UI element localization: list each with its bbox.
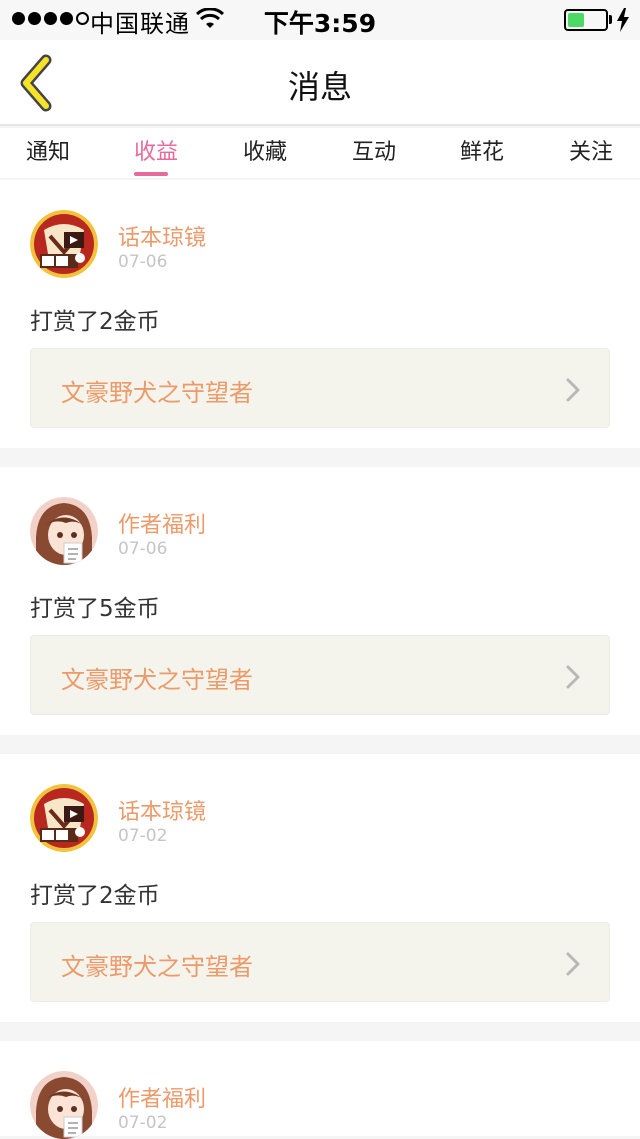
message-card: 话本琼镜 07-06 打赏了2金币 文豪野犬之守望者	[0, 180, 640, 448]
story-link[interactable]: 文豪野犬之守望者	[30, 635, 610, 715]
page-title: 消息	[287, 68, 352, 106]
message-card: 话本琼镜 07-02 打赏了2金币 文豪野犬之守望者	[0, 754, 640, 1022]
sender-name[interactable]: 话本琼镜	[118, 794, 206, 826]
tab-favorites[interactable]: 收藏	[233, 134, 297, 166]
story-title: 文豪野犬之守望者	[61, 953, 253, 981]
message-text: 打赏了2金币	[30, 309, 160, 335]
tab-notifications[interactable]: 通知	[16, 134, 80, 166]
tab-flowers[interactable]: 鲜花	[450, 134, 514, 166]
battery-icon	[564, 9, 608, 31]
nav-bar: 消息	[0, 40, 640, 126]
message-card: 作者福利 07-06 打赏了5金币 文豪野犬之守望者	[0, 467, 640, 735]
chevron-right-icon	[566, 378, 580, 402]
message-date: 07-06	[118, 252, 168, 272]
message-card: 作者福利 07-02	[0, 1041, 640, 1139]
tab-bar: 通知 收益 收藏 互动 鲜花 关注	[0, 128, 640, 178]
tab-label: 收藏	[242, 140, 287, 165]
story-title: 文豪野犬之守望者	[61, 379, 253, 407]
message-text: 打赏了2金币	[30, 883, 160, 909]
battery-level	[568, 13, 585, 27]
message-date: 07-06	[118, 539, 168, 559]
avatar[interactable]	[30, 1071, 98, 1139]
status-time: 下午3:59	[263, 9, 377, 38]
tab-following[interactable]: 关注	[559, 134, 623, 166]
charging-bolt-icon	[617, 8, 629, 32]
sender-name[interactable]: 作者福利	[118, 507, 206, 539]
story-link[interactable]: 文豪野犬之守望者	[30, 348, 610, 428]
message-date: 07-02	[118, 1113, 168, 1133]
avatar[interactable]	[30, 210, 98, 278]
status-bar: 中国联通 下午3:59	[0, 0, 640, 40]
avatar[interactable]	[30, 784, 98, 852]
sender-name[interactable]: 话本琼镜	[118, 220, 206, 252]
tab-label: 互动	[351, 140, 396, 165]
tab-label: 关注	[568, 140, 613, 165]
tab-label: 收益	[133, 140, 178, 165]
tab-interactions[interactable]: 互动	[342, 134, 406, 166]
story-link[interactable]: 文豪野犬之守望者	[30, 922, 610, 1002]
active-tab-indicator	[134, 172, 168, 176]
story-title: 文豪野犬之守望者	[61, 666, 253, 694]
chevron-right-icon	[566, 952, 580, 976]
message-date: 07-02	[118, 826, 168, 846]
chevron-right-icon	[566, 665, 580, 689]
battery-tip	[609, 15, 612, 24]
tab-label: 通知	[25, 140, 70, 165]
avatar[interactable]	[30, 497, 98, 565]
tab-earnings[interactable]: 收益	[124, 134, 188, 176]
tab-label: 鲜花	[459, 140, 504, 165]
message-text: 打赏了5金币	[30, 596, 160, 622]
sender-name[interactable]: 作者福利	[118, 1081, 206, 1113]
